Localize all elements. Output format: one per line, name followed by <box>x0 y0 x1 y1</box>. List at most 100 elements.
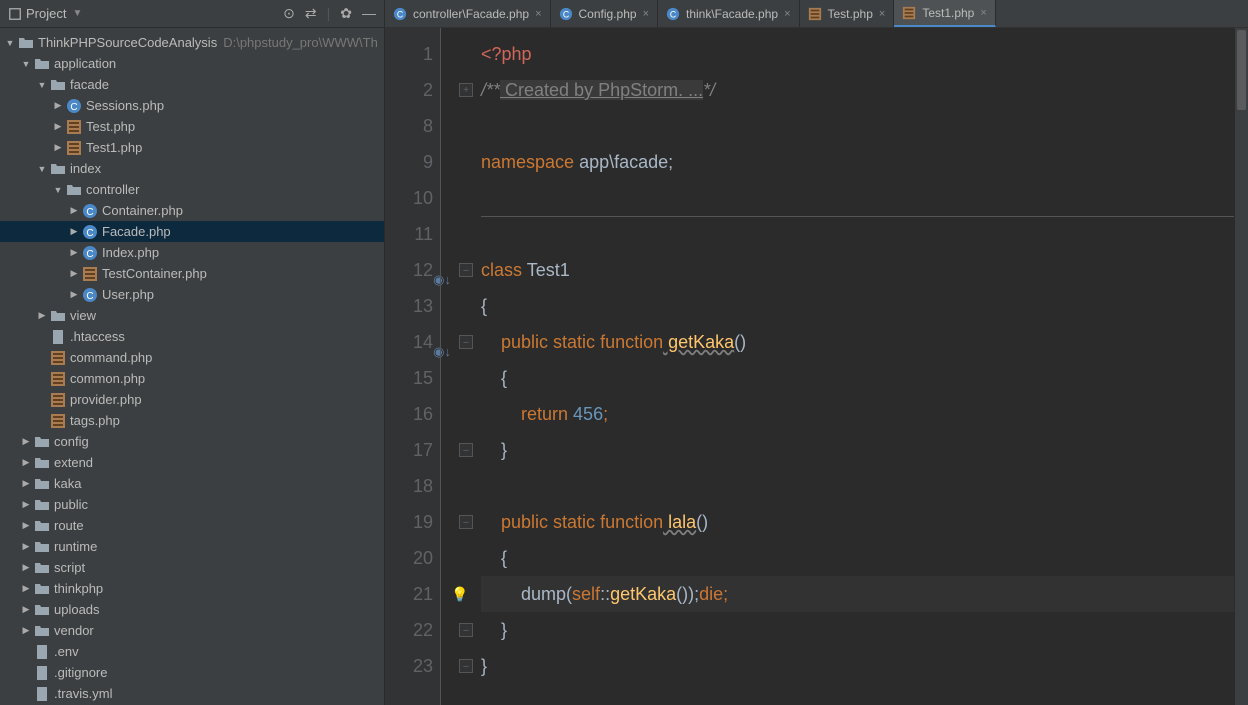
line-number[interactable]: 9 <box>385 144 433 180</box>
tree-item[interactable]: ▶view <box>0 305 384 326</box>
line-number[interactable]: 19 <box>385 504 433 540</box>
tree-item[interactable]: ▶Test1.php <box>0 137 384 158</box>
line-number[interactable]: 20 <box>385 540 433 576</box>
code-text: getKaka <box>663 332 734 352</box>
tree-item[interactable]: ▶TestContainer.php <box>0 263 384 284</box>
folder-open-icon <box>34 56 50 72</box>
caret-icon: ▶ <box>36 310 48 321</box>
line-number[interactable]: 1 <box>385 36 433 72</box>
code[interactable]: <?php /** Created by PhpStorm. ...*/ nam… <box>441 28 1234 705</box>
tree-item[interactable]: provider.php <box>0 389 384 410</box>
code-text: () <box>696 512 708 532</box>
line-number[interactable]: 21 <box>385 576 433 612</box>
caret-icon: ▶ <box>52 121 64 132</box>
line-number[interactable]: 13 <box>385 288 433 324</box>
editor-tab[interactable]: Cthink\Facade.php× <box>658 0 800 27</box>
tree-item-label: route <box>54 518 84 533</box>
tree-item[interactable]: ▶extend <box>0 452 384 473</box>
tree-item[interactable]: ▶CContainer.php <box>0 200 384 221</box>
svg-text:C: C <box>86 228 93 239</box>
tree-item[interactable]: common.php <box>0 368 384 389</box>
code-text: { <box>501 368 507 388</box>
line-number[interactable]: 16 <box>385 396 433 432</box>
expand-icon[interactable]: ⇄ <box>305 5 317 22</box>
tree-item-label: application <box>54 56 116 71</box>
line-number[interactable]: 18 <box>385 468 433 504</box>
locate-icon[interactable]: ⊙ <box>283 5 295 22</box>
folder-icon <box>34 602 50 618</box>
php-c-icon: C <box>559 7 573 21</box>
editor-tab[interactable]: Test.php × <box>800 0 895 27</box>
code-text: } <box>501 440 507 460</box>
tree-item[interactable]: ▶ route <box>0 515 384 536</box>
line-number[interactable]: 15 <box>385 360 433 396</box>
caret-icon: ▶ <box>20 520 32 531</box>
tree-item[interactable]: ▶script <box>0 557 384 578</box>
tree-item[interactable]: ▼controller <box>0 179 384 200</box>
tree-item[interactable]: ▼index <box>0 158 384 179</box>
line-number[interactable]: 14◉↓ <box>385 324 433 360</box>
tree-item[interactable]: .htaccess <box>0 326 384 347</box>
tree-item[interactable]: ▶kaka <box>0 473 384 494</box>
editor-tab[interactable]: Ccontroller\Facade.php× <box>385 0 551 27</box>
tree-item[interactable]: ▼facade <box>0 74 384 95</box>
line-number[interactable]: 12◉↓ <box>385 252 433 288</box>
bulb-icon[interactable]: 💡 <box>451 576 468 612</box>
line-number[interactable]: 8 <box>385 108 433 144</box>
tree-item[interactable]: ▶uploads <box>0 599 384 620</box>
tree-item-label: config <box>54 434 89 449</box>
tree-item[interactable]: ▶CSessions.php <box>0 95 384 116</box>
editor-tab[interactable]: Test1.php× <box>894 0 995 27</box>
tree-item-label: provider.php <box>70 392 142 407</box>
caret-icon: ▶ <box>68 226 80 237</box>
tree-item[interactable]: ▼ThinkPHPSourceCodeAnalysisD:\phpstudy_p… <box>0 32 384 53</box>
editor-tab[interactable]: CConfig.php× <box>551 0 658 27</box>
tree-item[interactable]: ▼application <box>0 53 384 74</box>
line-number[interactable]: 10 <box>385 180 433 216</box>
collapse-icon[interactable]: — <box>362 5 376 22</box>
tree-item[interactable]: .gitignore <box>0 662 384 683</box>
tree-item[interactable]: ▶CUser.php <box>0 284 384 305</box>
caret-icon: ▶ <box>20 478 32 489</box>
tree-item[interactable]: ▶vendor <box>0 620 384 641</box>
tree-item-label: facade <box>70 77 109 92</box>
tree-item[interactable]: ▶public <box>0 494 384 515</box>
close-icon[interactable]: × <box>879 8 885 20</box>
line-number[interactable]: 22 <box>385 612 433 648</box>
editor-scrollbar[interactable] <box>1234 28 1248 705</box>
tree-item-label: vendor <box>54 623 94 638</box>
tree-item[interactable]: ▶thinkphp <box>0 578 384 599</box>
line-number[interactable]: 23 <box>385 648 433 684</box>
folder-open-icon <box>66 182 82 198</box>
line-number[interactable]: 2 <box>385 72 433 108</box>
scrollbar-thumb[interactable] <box>1237 30 1246 110</box>
close-icon[interactable]: × <box>535 8 541 20</box>
tab-label: think\Facade.php <box>686 7 778 21</box>
close-icon[interactable]: × <box>980 7 986 19</box>
sidebar-header: Project ▼ ⊙ ⇄ | ✿ — <box>0 0 384 28</box>
caret-icon: ▶ <box>68 289 80 300</box>
code-text: return <box>521 404 568 424</box>
code-text: class <box>481 260 522 280</box>
code-text: () <box>734 332 746 352</box>
tree-item[interactable]: ▶runtime <box>0 536 384 557</box>
close-icon[interactable]: × <box>784 8 790 20</box>
tree-item[interactable]: ▶CIndex.php <box>0 242 384 263</box>
code-text: public <box>501 512 548 532</box>
tree-item[interactable]: tags.php <box>0 410 384 431</box>
line-number[interactable]: 11 <box>385 216 433 252</box>
line-number[interactable]: 17 <box>385 432 433 468</box>
project-tool-button[interactable]: Project ▼ <box>8 6 283 21</box>
close-icon[interactable]: × <box>643 8 649 20</box>
gear-icon[interactable]: ✿ <box>340 5 352 22</box>
tree-item[interactable]: command.php <box>0 347 384 368</box>
tree-item[interactable]: ▶Test.php <box>0 116 384 137</box>
tree-item-label: Sessions.php <box>86 98 164 113</box>
svg-text:C: C <box>397 9 403 19</box>
tab-label: Test.php <box>828 7 873 21</box>
tree-item[interactable]: .env <box>0 641 384 662</box>
project-tree[interactable]: ▼ThinkPHPSourceCodeAnalysisD:\phpstudy_p… <box>0 28 384 705</box>
tree-item[interactable]: .travis.yml <box>0 683 384 704</box>
tree-item[interactable]: ▶CFacade.php <box>0 221 384 242</box>
tree-item[interactable]: ▶config <box>0 431 384 452</box>
